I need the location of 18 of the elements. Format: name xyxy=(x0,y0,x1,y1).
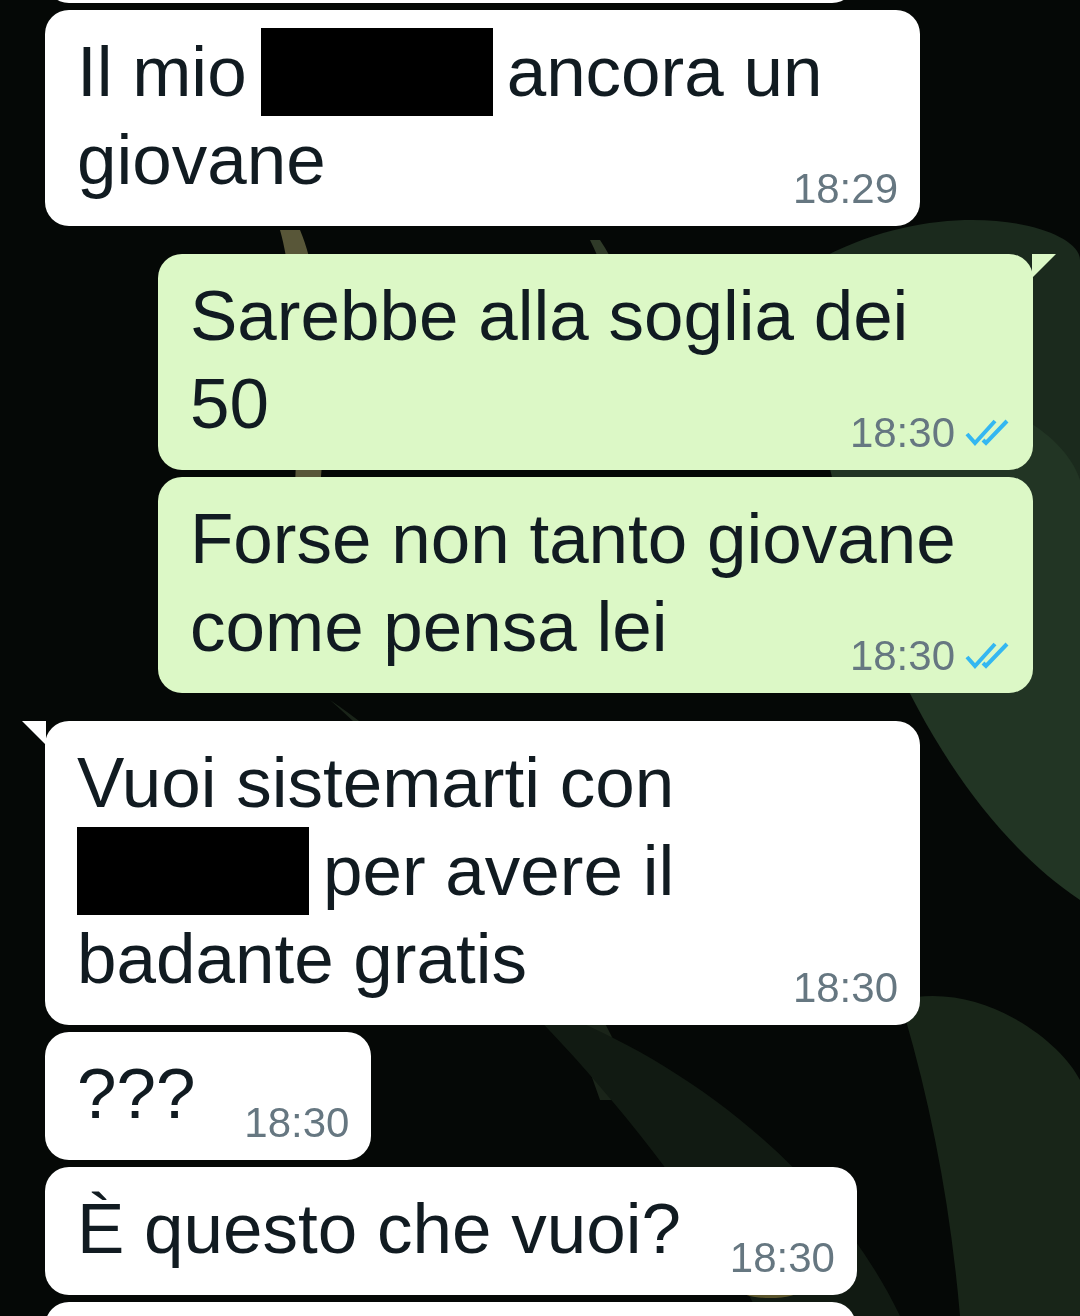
message-text: ??? xyxy=(77,1053,196,1135)
message-text: Forse non tanto giovane xyxy=(190,498,956,580)
message-time: 18:30 xyxy=(849,633,955,679)
message-text: Vuoi sistemarti con xyxy=(77,742,675,824)
message-time: 18:29 xyxy=(792,166,898,212)
message-text: Sarebbe alla soglia dei xyxy=(190,275,909,357)
message-time: 18:30 xyxy=(729,1235,835,1281)
message-text: badante gratis xyxy=(77,918,527,1000)
message-text: ancora un xyxy=(506,31,823,113)
message-time: 18:30 xyxy=(792,965,898,1011)
message-time: 18:30 xyxy=(244,1100,350,1146)
message-text: per avere il xyxy=(323,830,675,912)
message-text: È questo che vuoi? xyxy=(77,1188,681,1270)
message-time: 18:30 xyxy=(849,410,955,456)
message-text: giovane xyxy=(77,119,326,201)
message-text: 50 xyxy=(190,363,269,445)
message-text: come pensa lei xyxy=(190,586,668,668)
message-text: Il mio xyxy=(77,31,247,113)
